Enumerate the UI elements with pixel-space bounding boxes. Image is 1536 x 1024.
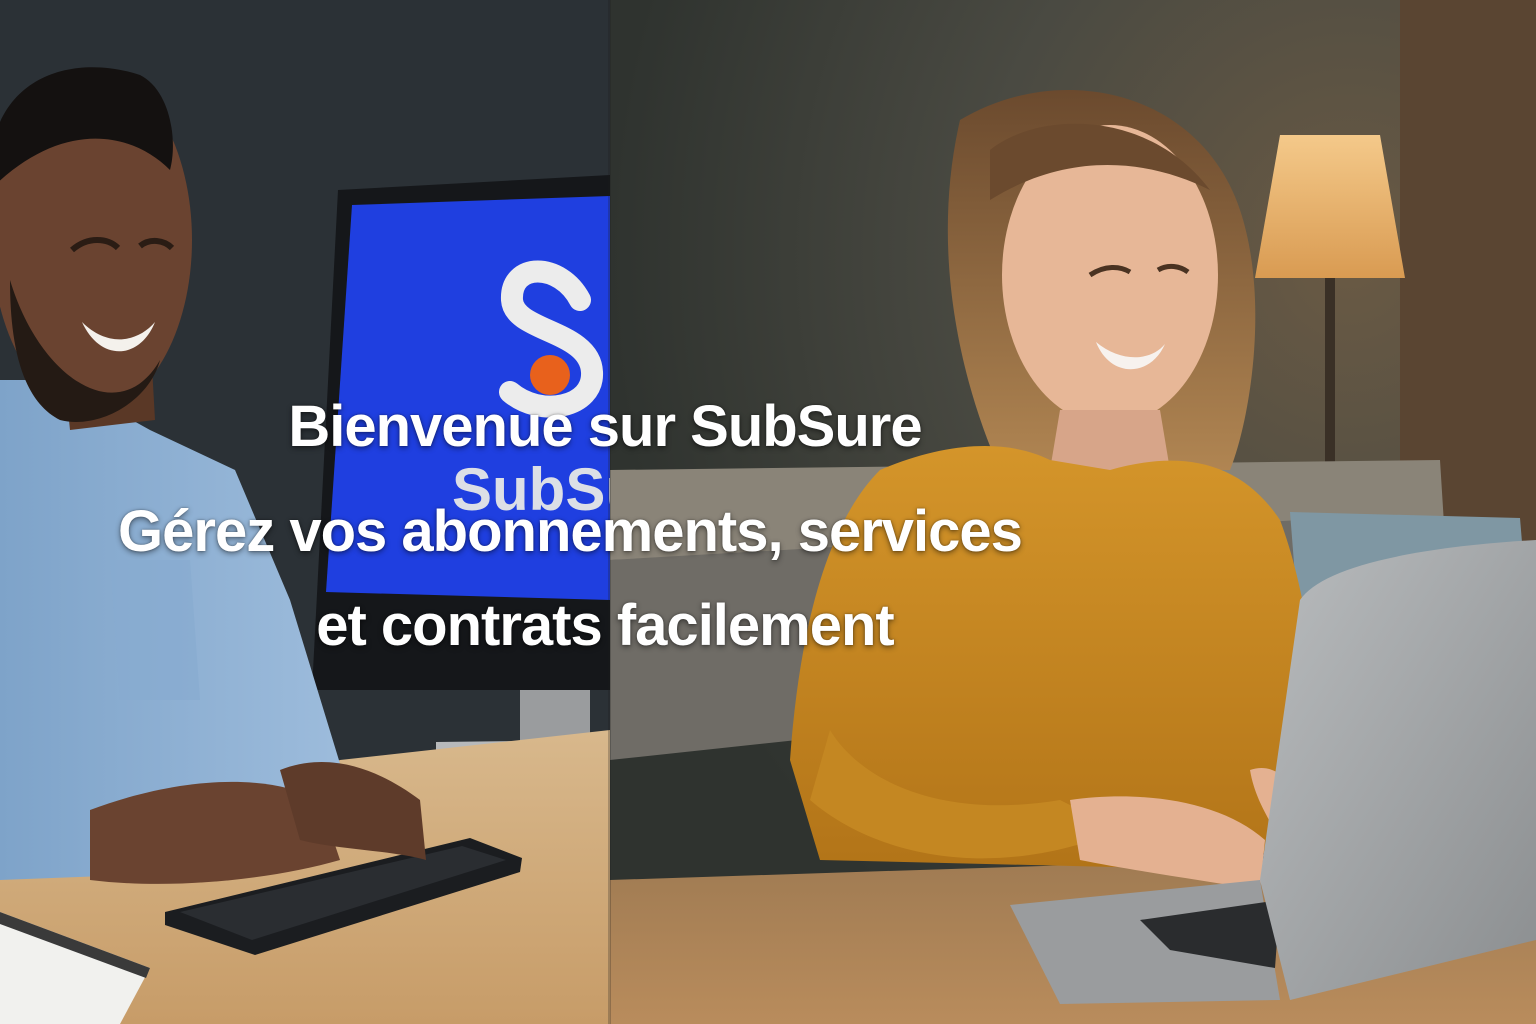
hero-photo-collage: SubSu bbox=[0, 0, 1536, 1024]
left-panel-man-desktop: SubSu bbox=[0, 0, 642, 1024]
right-panel-woman-laptop bbox=[610, 0, 1536, 1024]
logo-orange-dot bbox=[530, 355, 570, 395]
